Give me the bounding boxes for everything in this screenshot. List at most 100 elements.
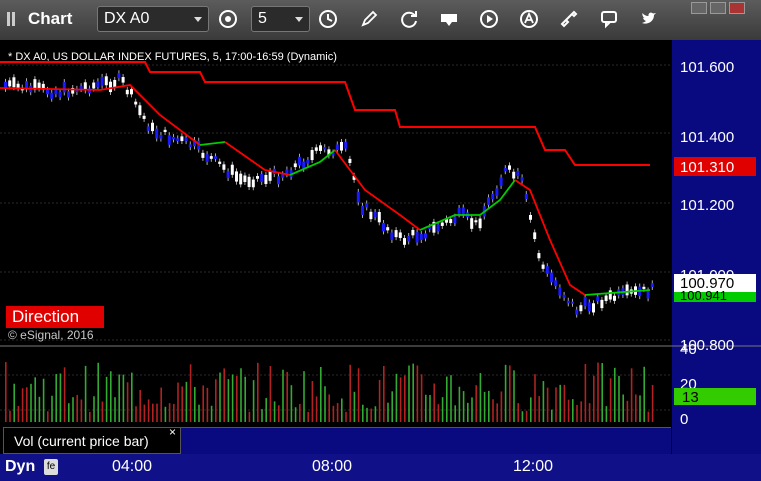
candle-body bbox=[424, 233, 427, 239]
volume-bar bbox=[231, 374, 234, 422]
volume-bar bbox=[294, 407, 297, 422]
link-icon[interactable] bbox=[558, 8, 580, 30]
close-button[interactable] bbox=[729, 2, 745, 14]
volume-bar bbox=[475, 385, 477, 422]
volume-bar bbox=[614, 367, 616, 422]
minimize-button[interactable] bbox=[691, 2, 707, 14]
volume-bar bbox=[399, 377, 402, 422]
candle-body bbox=[524, 194, 528, 200]
price-tick: 101.600 bbox=[680, 59, 734, 76]
volume-bar bbox=[383, 365, 385, 422]
volume-bar bbox=[425, 394, 427, 422]
red-line-price-label: 101.310 bbox=[674, 157, 756, 176]
refresh-cycle-icon[interactable] bbox=[398, 8, 420, 30]
volume-panel-tab[interactable]: Vol (current price bar) bbox=[3, 427, 181, 454]
volume-bar bbox=[559, 384, 561, 422]
candle-body bbox=[642, 286, 646, 289]
chat-icon[interactable] bbox=[598, 8, 620, 30]
volume-bar bbox=[496, 403, 498, 422]
candle-body bbox=[650, 283, 654, 288]
candle-body bbox=[243, 175, 247, 182]
twitter-icon[interactable] bbox=[638, 8, 660, 30]
symbol-input[interactable]: DX A0 bbox=[97, 6, 209, 32]
app-title: Chart bbox=[28, 9, 73, 28]
candle-body bbox=[461, 207, 465, 216]
volume-bar bbox=[492, 399, 494, 422]
volume-bar bbox=[370, 408, 372, 422]
svg-text:100.941: 100.941 bbox=[680, 288, 727, 303]
candle-body bbox=[356, 191, 360, 203]
volume-bar bbox=[51, 395, 53, 422]
volume-bar bbox=[517, 403, 519, 422]
volume-bar bbox=[437, 404, 440, 422]
candle-body bbox=[58, 91, 62, 98]
volume-tick: 40 bbox=[680, 341, 697, 358]
candle-body bbox=[411, 229, 415, 236]
volume-bar bbox=[210, 405, 213, 422]
close-icon[interactable]: × bbox=[169, 425, 176, 439]
play-icon[interactable] bbox=[478, 8, 500, 30]
candle-body bbox=[151, 122, 154, 132]
volume-bar bbox=[391, 391, 393, 422]
volume-bar bbox=[252, 380, 255, 422]
volume-bar bbox=[13, 383, 15, 422]
volume-bar bbox=[118, 374, 120, 422]
candle-body bbox=[323, 147, 327, 150]
volume-bar bbox=[290, 385, 293, 422]
candle-body bbox=[478, 218, 482, 229]
volume-bar bbox=[538, 396, 540, 422]
volume-bar bbox=[181, 386, 183, 422]
volume-bar bbox=[34, 377, 36, 422]
candle-body bbox=[12, 77, 16, 88]
candle-body bbox=[600, 299, 604, 309]
candle-body bbox=[394, 230, 398, 238]
volume-bar bbox=[479, 373, 482, 422]
candle-body bbox=[180, 136, 184, 142]
candle-body bbox=[130, 89, 133, 95]
restore-button[interactable] bbox=[710, 2, 726, 14]
pencil-icon[interactable] bbox=[358, 8, 380, 30]
price-chart[interactable]: * DX A0, US DOLLAR INDEX FUTURES, 5, 17:… bbox=[0, 40, 761, 481]
time-tick: 08:00 bbox=[312, 458, 353, 475]
candle-body bbox=[62, 82, 66, 93]
chevron-down-icon[interactable] bbox=[194, 17, 202, 22]
volume-tab-strip bbox=[181, 427, 671, 455]
candle-body bbox=[268, 170, 272, 181]
volume-bar bbox=[93, 396, 95, 422]
volume-tick: 0 bbox=[680, 411, 688, 428]
candle-body bbox=[407, 235, 411, 242]
volume-bar bbox=[110, 371, 112, 422]
clock-icon[interactable] bbox=[317, 8, 339, 30]
candle-body bbox=[583, 297, 587, 307]
settings-gear-icon[interactable] bbox=[217, 8, 239, 30]
volume-bar bbox=[89, 411, 91, 422]
volume-panel-label: Vol (current price bar) bbox=[14, 433, 149, 449]
alert-icon[interactable] bbox=[518, 8, 540, 30]
grip-icon[interactable] bbox=[6, 11, 20, 27]
volume-bar bbox=[84, 365, 87, 422]
candle-body bbox=[117, 73, 121, 79]
volume-bar bbox=[72, 397, 74, 422]
volume-bar bbox=[261, 409, 263, 422]
volume-bar bbox=[488, 390, 490, 422]
chevron-down-icon[interactable] bbox=[295, 17, 303, 22]
volume-bar bbox=[80, 399, 83, 422]
direction-badge[interactable]: Direction bbox=[6, 306, 104, 328]
candle-body bbox=[604, 295, 608, 301]
volume-bar bbox=[131, 372, 133, 422]
volume-bar bbox=[68, 403, 70, 422]
volume-bar bbox=[639, 395, 641, 422]
volume-bar bbox=[152, 403, 154, 422]
symbol-value: DX A0 bbox=[104, 10, 150, 27]
dynamic-mode-label[interactable]: Dyn bbox=[5, 458, 35, 476]
interval-input[interactable]: 5 bbox=[251, 6, 310, 32]
volume-bar bbox=[303, 371, 305, 422]
volume-bar bbox=[630, 368, 633, 422]
candle-body bbox=[365, 203, 369, 208]
candle-body bbox=[134, 101, 138, 105]
volume-bar bbox=[395, 373, 398, 422]
dynamic-mode-icon[interactable]: fe bbox=[44, 459, 58, 475]
get-icon[interactable] bbox=[438, 8, 460, 30]
candle-body bbox=[512, 171, 516, 179]
volume-bar bbox=[198, 404, 200, 422]
